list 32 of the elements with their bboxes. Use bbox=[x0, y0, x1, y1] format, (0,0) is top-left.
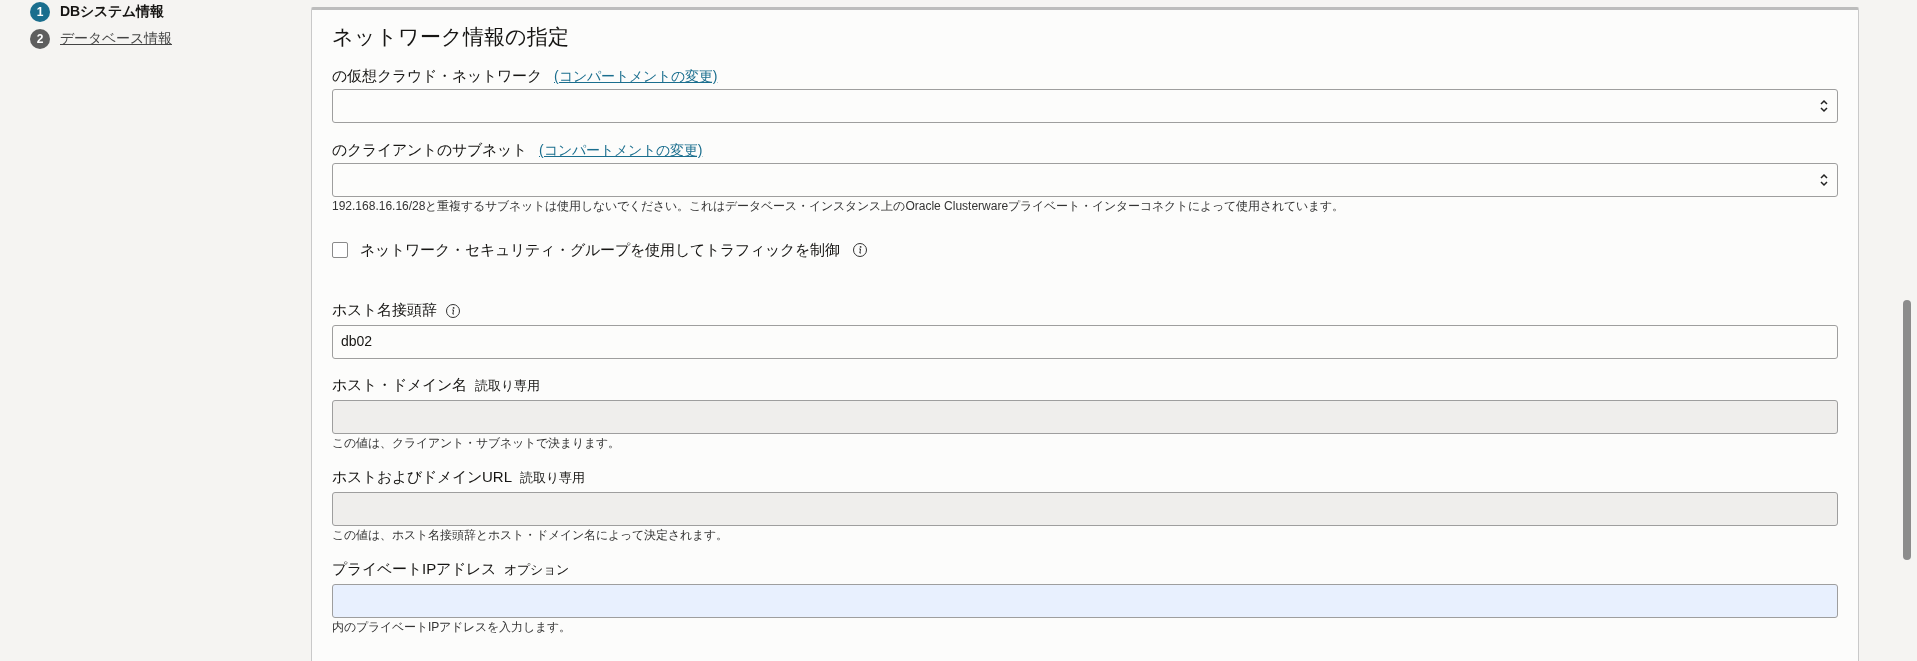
step-link[interactable]: DBシステム情報 bbox=[60, 1, 165, 22]
field-value: db02 bbox=[341, 332, 373, 351]
select-field[interactable] bbox=[332, 163, 1838, 197]
input-field[interactable]: db02 bbox=[332, 324, 1838, 359]
field-label: ホスト・ドメイン名 bbox=[332, 375, 467, 396]
select-field[interactable] bbox=[332, 89, 1838, 123]
info-icon[interactable] bbox=[445, 302, 461, 319]
field-label: プライベートIPアドレス bbox=[332, 559, 497, 580]
help-text: この値は、ホスト名接頭辞とホスト・ドメイン名によって決定されます。 bbox=[332, 527, 729, 543]
field-tag: 読取り専用 bbox=[475, 375, 540, 396]
input-field[interactable] bbox=[332, 583, 1838, 618]
info-icon[interactable] bbox=[852, 242, 868, 259]
checkbox[interactable] bbox=[332, 242, 348, 259]
change-compartment-link[interactable]: (コンパートメントの変更) bbox=[554, 65, 718, 87]
field-label: の仮想クラウド・ネットワーク bbox=[332, 65, 542, 86]
section-title: ネットワーク情報の指定 bbox=[332, 24, 570, 50]
field-tag: オプション bbox=[504, 559, 570, 580]
help-text: 内のプライベートIPアドレスを入力します。 bbox=[332, 619, 573, 635]
checkbox-label: ネットワーク・セキュリティ・グループを使用してトラフィックを制御 bbox=[360, 240, 840, 260]
step-number: 2 bbox=[30, 28, 50, 49]
help-text: 192.168.16.16/28と重複するサブネットは使用しないでください。これはデータベース・インスタンス上のOracle Clusterwareプライベート・インターコネクトによって使用されています。 bbox=[332, 199, 1346, 214]
field-tag: 読取り専用 bbox=[520, 467, 585, 488]
field-label: ホスト名接頭辞 bbox=[332, 300, 437, 321]
field-label: ホストおよびドメインURL bbox=[332, 467, 512, 488]
sort-chevrons-icon bbox=[1819, 173, 1829, 187]
step-number: 1 bbox=[30, 1, 50, 22]
scrollbar-thumb[interactable] bbox=[1903, 300, 1911, 560]
field-label: のクライアントのサブネット bbox=[332, 139, 527, 160]
change-compartment-link[interactable]: (コンパートメントの変更) bbox=[539, 139, 703, 161]
sort-chevrons-icon bbox=[1819, 99, 1829, 113]
step-link[interactable]: データベース情報 bbox=[60, 28, 172, 49]
help-text: この値は、クライアント・サブネットで決まります。 bbox=[332, 435, 621, 451]
